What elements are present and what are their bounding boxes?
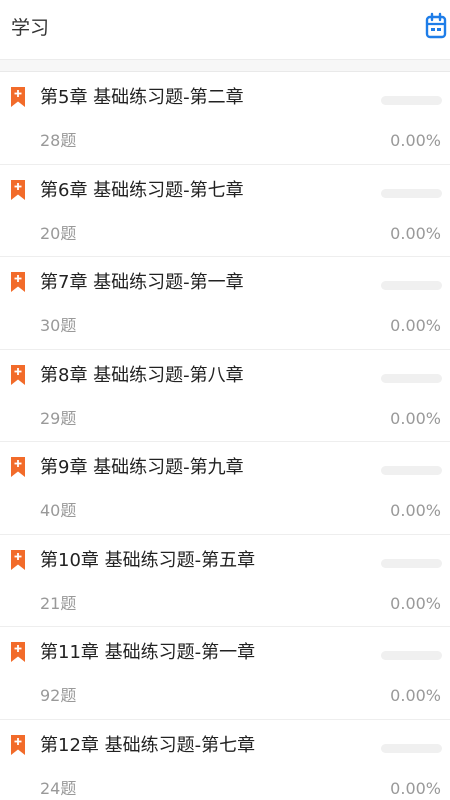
calendar-icon [425,12,447,39]
question-count: 20题 [40,223,77,243]
chapter-title: 第11章 基础练习题-第一章 [40,642,256,663]
chapter-item[interactable]: 第9章 基础练习题-第九章 40题 0.00% [0,442,450,535]
chapter-item[interactable]: 第8章 基础练习题-第八章 29题 0.00% [0,350,450,442]
chapter-item[interactable]: 第12章 基础练习题-第七章 24题 0.00% [0,720,450,800]
progress-bar [381,373,442,383]
chapter-item[interactable]: 第11章 基础练习题-第一章 92题 0.00% [0,627,450,720]
question-count: 21题 [40,593,77,613]
question-count: 28题 [40,131,77,150]
calendar-button[interactable] [424,12,448,40]
question-count: 24题 [40,778,77,798]
progress-percent: 0.00% [390,593,441,613]
chapter-item[interactable]: 第10章 基础练习题-第五章 21题 0.00% [0,535,450,627]
chapter-title: 第9章 基础练习题-第九章 [40,457,244,478]
progress-percent: 0.00% [390,408,441,428]
bookmark-plus-icon [11,642,25,662]
bookmark-plus-icon [11,549,25,570]
bookmark-plus-icon [11,364,25,385]
progress-bar [381,188,442,198]
chapter-list: 第5章 基础练习题-第二章 28题 0.00% 第6章 基础练习题-第七章 20题 0.0… [0,72,450,800]
bookmark-plus-icon [11,87,25,107]
progress-percent: 0.00% [390,778,441,798]
chapter-item[interactable]: 第6章 基础练习题-第七章 20题 0.00% [0,165,450,257]
question-count: 30题 [40,316,77,335]
chapter-item[interactable]: 第5章 基础练习题-第二章 28题 0.00% [0,72,450,165]
progress-percent: 0.00% [390,316,441,335]
chapter-title: 第8章 基础练习题-第八章 [40,364,244,386]
progress-bar [381,743,442,753]
chapter-title: 第6章 基础练习题-第七章 [40,179,244,201]
question-count: 40题 [40,501,77,520]
progress-bar [381,281,442,290]
chapter-title: 第10章 基础练习题-第五章 [40,549,256,571]
chapter-title: 第7章 基础练习题-第一章 [40,272,244,293]
bookmark-plus-icon [11,734,25,755]
chapter-title: 第5章 基础练习题-第二章 [40,87,244,108]
progress-bar [381,651,442,660]
progress-percent: 0.00% [390,131,441,150]
section-divider [0,60,450,72]
bookmark-plus-icon [11,272,25,292]
progress-bar [381,466,442,475]
top-bar: 学习 [0,0,450,60]
progress-bar [381,96,442,105]
bookmark-plus-icon [11,179,25,200]
chapter-item[interactable]: 第7章 基础练习题-第一章 30题 0.00% [0,257,450,350]
progress-percent: 0.00% [390,501,441,520]
question-count: 29题 [40,408,77,428]
chapter-title: 第12章 基础练习题-第七章 [40,734,256,756]
page-title: 学习 [11,17,50,39]
progress-percent: 0.00% [390,686,441,705]
question-count: 92题 [40,686,77,705]
progress-bar [381,558,442,568]
progress-percent: 0.00% [390,223,441,243]
bookmark-plus-icon [11,457,25,477]
